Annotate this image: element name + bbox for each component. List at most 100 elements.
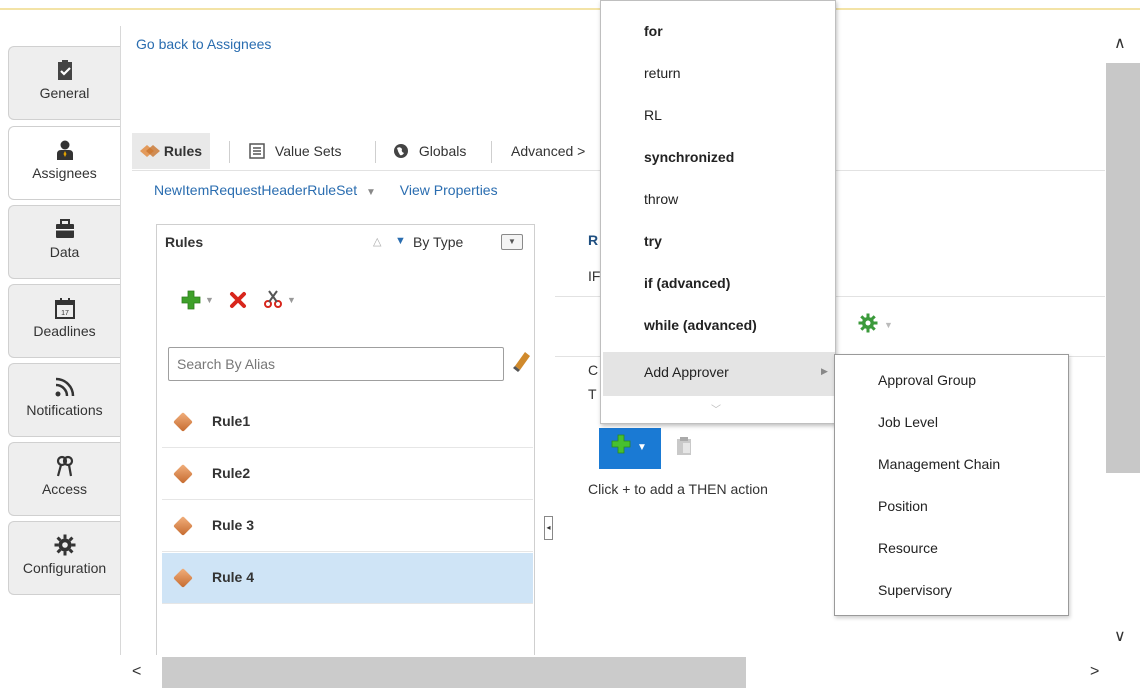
submenu-item-management-chain[interactable]: Management Chain: [878, 456, 1000, 472]
tab-data[interactable]: Data: [8, 205, 120, 279]
sort-dropdown-button[interactable]: ▼: [501, 234, 523, 250]
tab-access[interactable]: Access: [8, 442, 120, 516]
tab-value-sets[interactable]: Value Sets: [249, 133, 342, 169]
tab-configuration[interactable]: Configuration: [8, 521, 120, 595]
menu-item-for[interactable]: for: [644, 23, 663, 39]
tab-globals-label: Globals: [418, 143, 467, 159]
list-item[interactable]: Rule1: [162, 397, 533, 448]
go-back-link[interactable]: Go back to Assignees: [136, 36, 271, 52]
rules-icon: [140, 145, 160, 157]
submenu-item-job-level[interactable]: Job Level: [878, 414, 938, 430]
diamond-icon: [173, 516, 193, 536]
add-approver-submenu: Approval Group Job Level Management Chai…: [834, 354, 1069, 616]
tab-deadlines[interactable]: 17 Deadlines: [8, 284, 120, 358]
vertical-tab-bar: General Assignees Data 17 Deadlines Noti…: [8, 46, 120, 691]
tab-notifications[interactable]: Notifications: [8, 363, 120, 437]
add-rule-plus-icon[interactable]: [181, 290, 201, 313]
scroll-down-icon[interactable]: ﹀: [711, 401, 721, 416]
diamond-icon: [173, 464, 193, 484]
rule-editor-title: R: [588, 232, 599, 248]
sort-ascending-icon[interactable]: △: [373, 235, 381, 248]
menu-item-synchronized[interactable]: synchronized: [644, 149, 734, 165]
view-properties-link[interactable]: View Properties: [400, 182, 498, 198]
person-icon: [56, 140, 73, 160]
horizontal-scroll-thumb[interactable]: [162, 657, 746, 688]
tab-globals[interactable]: Globals: [393, 133, 466, 169]
plus-icon: [611, 434, 631, 454]
ruleset-chevron-icon[interactable]: ▼: [366, 187, 376, 198]
menu-item-return[interactable]: return: [644, 65, 681, 81]
scroll-right-icon[interactable]: >: [1090, 663, 1099, 681]
rules-panel-title: Rules: [165, 234, 204, 250]
tab-deadlines-label: Deadlines: [33, 323, 96, 339]
menu-item-if-advanced[interactable]: if (advanced): [644, 275, 730, 291]
tab-notifications-label: Notifications: [26, 402, 103, 418]
menu-item-while-advanced[interactable]: while (advanced): [644, 317, 757, 333]
globe-icon: [394, 144, 408, 158]
cut-chevron-icon[interactable]: ▼: [287, 295, 296, 305]
tab-assignees-label: Assignees: [32, 165, 97, 181]
list-item[interactable]: Rule2: [162, 449, 533, 500]
add-then-action-button[interactable]: ▼: [599, 428, 661, 469]
tab-access-label: Access: [41, 481, 88, 497]
rules-panel-header: Rules △ ▼ By Type ▼: [157, 225, 534, 261]
ruleset-dropdown[interactable]: NewItemRequestHeaderRuleSet: [154, 182, 357, 198]
add-rule-chevron-icon[interactable]: ▼: [205, 295, 214, 305]
tab-value-sets-label: Value Sets: [274, 143, 342, 159]
add-approver-label: Add Approver: [644, 364, 729, 380]
scissors-icon[interactable]: [263, 289, 283, 312]
keys-icon: [56, 455, 73, 477]
if-label: IF: [588, 268, 600, 284]
list-icon: [249, 143, 265, 159]
search-input[interactable]: Search By Alias: [168, 347, 504, 381]
vertical-scroll-thumb[interactable]: [1106, 63, 1140, 473]
tab-configuration-label: Configuration: [22, 560, 107, 576]
submenu-arrow-icon: ▶: [821, 366, 828, 376]
settings-chevron-icon[interactable]: ▼: [884, 320, 893, 330]
rule-name: Rule 4: [212, 569, 255, 585]
conditions-label-partial: C: [588, 362, 599, 378]
notification-strip: [0, 0, 1140, 10]
tab-data-label: Data: [49, 244, 80, 260]
menu-item-try[interactable]: try: [644, 233, 662, 249]
submenu-item-supervisory[interactable]: Supervisory: [878, 582, 952, 598]
delete-x-icon[interactable]: [229, 291, 247, 312]
submenu-item-position[interactable]: Position: [878, 498, 928, 514]
rule-name: Rule1: [212, 413, 251, 429]
add-then-chevron-icon: ▼: [637, 442, 647, 453]
checklist-icon: [57, 60, 72, 80]
scroll-up-icon[interactable]: ∧: [1114, 33, 1126, 53]
tab-rules-label: Rules: [163, 143, 203, 159]
gear-icon: [54, 534, 75, 556]
scroll-down-arrow-icon[interactable]: ∨: [1114, 626, 1126, 646]
calendar-icon: 17: [54, 298, 75, 319]
svg-text:17: 17: [61, 310, 69, 317]
menu-item-add-approver[interactable]: Add Approver ▶: [603, 352, 835, 396]
rule-name: Rule 3: [212, 517, 255, 533]
then-label-partial: T: [588, 386, 597, 402]
list-item[interactable]: Rule 4: [162, 553, 533, 604]
settings-gear-icon[interactable]: [858, 313, 878, 336]
tab-advanced[interactable]: Advanced >: [511, 133, 585, 169]
scroll-left-icon[interactable]: <: [132, 663, 141, 681]
submenu-item-approval-group[interactable]: Approval Group: [878, 372, 976, 388]
briefcase-icon: [55, 219, 74, 238]
rules-panel: Rules △ ▼ By Type ▼ ▼ ▼ Search By Alias …: [156, 224, 535, 659]
menu-item-rl[interactable]: RL: [644, 107, 662, 123]
menu-item-throw[interactable]: throw: [644, 191, 678, 207]
clipboard-icon[interactable]: [676, 436, 692, 459]
tab-advanced-label: Advanced >: [511, 143, 586, 159]
list-item[interactable]: Rule 3: [162, 501, 533, 552]
ruleset-bar: NewItemRequestHeaderRuleSet ▼ View Prope…: [154, 182, 498, 198]
eraser-icon[interactable]: [513, 351, 531, 376]
tab-rules[interactable]: Rules: [132, 133, 211, 169]
submenu-item-resource[interactable]: Resource: [878, 540, 938, 556]
tab-assignees[interactable]: Assignees: [8, 126, 120, 200]
sort-descending-icon[interactable]: ▼: [395, 235, 406, 247]
diamond-icon: [173, 412, 193, 432]
panel-splitter-handle[interactable]: ◂: [544, 516, 553, 540]
tab-general[interactable]: General: [8, 46, 120, 120]
rule-name: Rule2: [212, 465, 251, 481]
then-action-hint: Click + to add a THEN action: [588, 481, 768, 497]
sort-by-label: By Type: [413, 234, 464, 250]
